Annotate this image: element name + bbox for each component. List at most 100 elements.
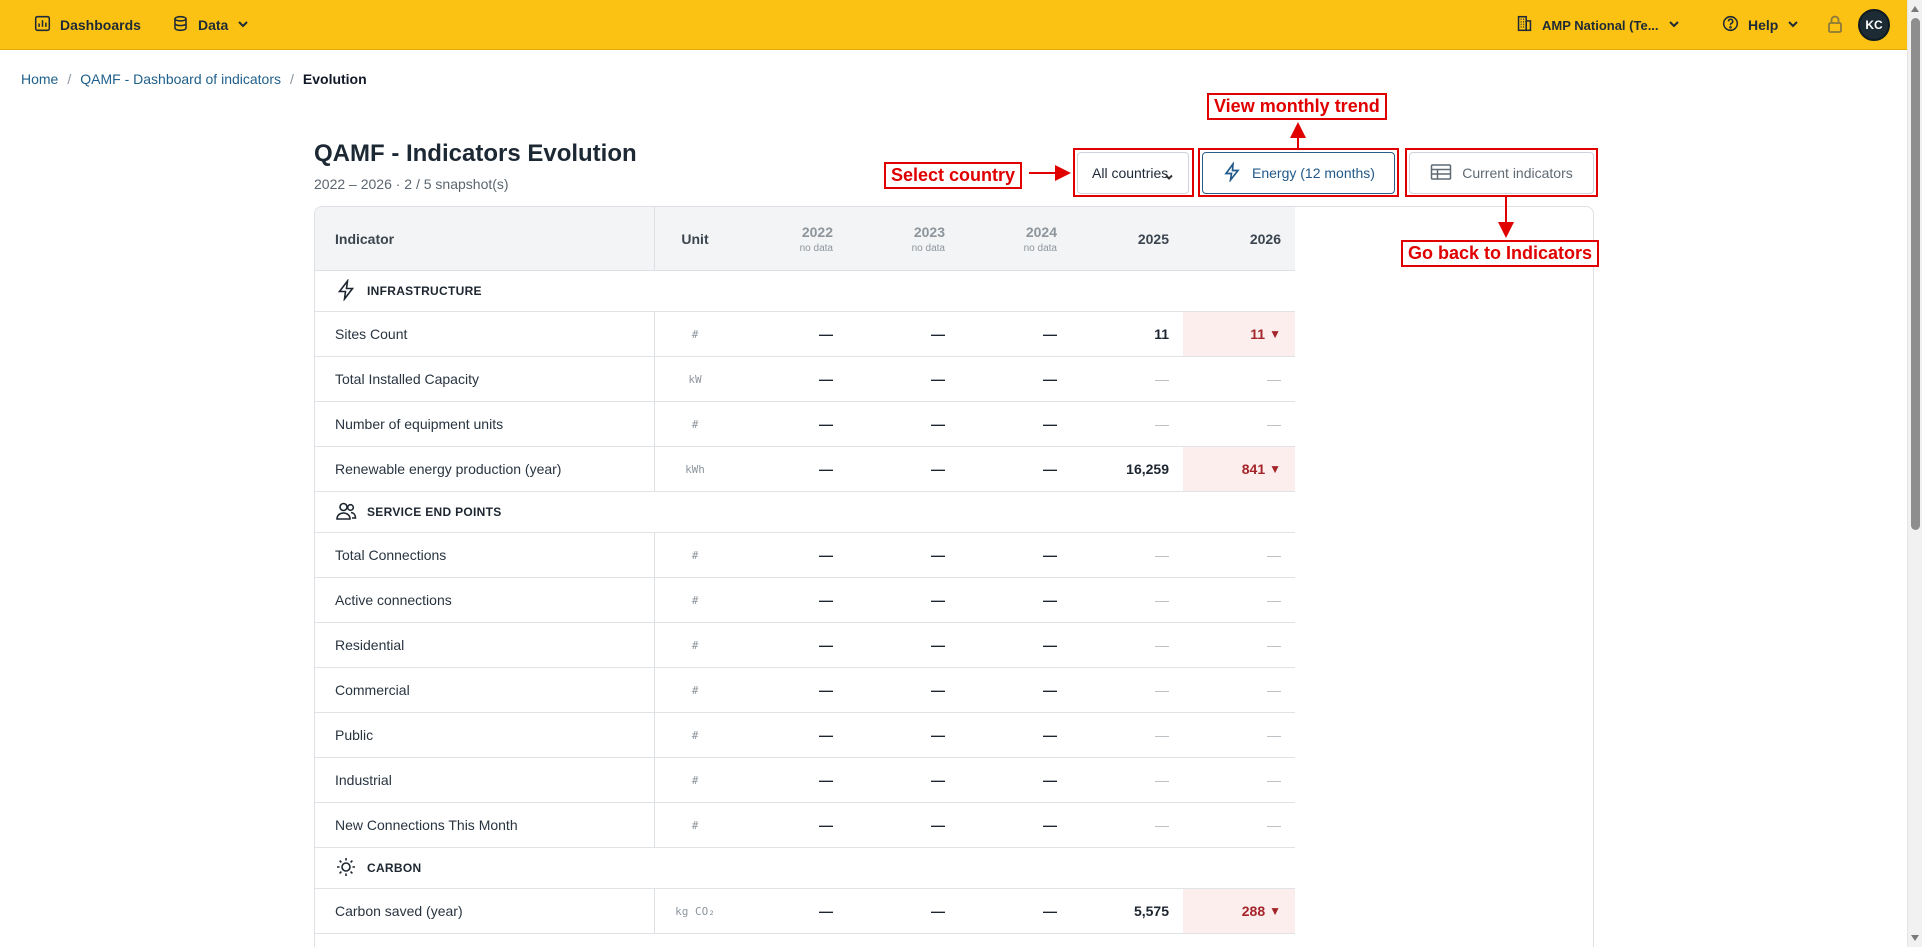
lightning-icon xyxy=(335,277,357,304)
value-cell: — xyxy=(1155,772,1169,788)
section-title: INFRASTRUCTURE xyxy=(367,284,482,298)
column-header-year: 2025 xyxy=(1137,231,1169,247)
value-cell: 5,575 xyxy=(1133,903,1169,919)
value-cell: 841 ▼ xyxy=(1183,447,1295,491)
value-cell: — xyxy=(1043,461,1057,477)
section-header: SERVICE END POINTS xyxy=(315,492,1295,533)
value-cell: — xyxy=(819,772,833,788)
table-header-row: Indicator Unit 2022 no data 2023 no data 2… xyxy=(315,207,1295,271)
chevron-down-icon xyxy=(1787,17,1799,33)
data-label: Data xyxy=(198,17,229,33)
value-cell: — xyxy=(1043,416,1057,432)
value-cell: — xyxy=(1043,727,1057,743)
workspace-selector[interactable]: AMP National (Te... xyxy=(1516,13,1680,37)
dashboards-menu-button[interactable]: Dashboards xyxy=(34,13,141,37)
scroll-down-arrow-icon[interactable] xyxy=(1911,935,1919,941)
value-cell: — xyxy=(1155,371,1169,387)
indicator-label: Carbon saved (year) xyxy=(315,889,655,933)
section-title: CARBON xyxy=(367,861,422,875)
indicator-label: Total Installed Capacity xyxy=(315,357,655,401)
indicator-label: New Connections This Month xyxy=(315,803,655,847)
indicators-table: Indicator Unit 2022 no data 2023 no data 2… xyxy=(314,206,1594,947)
column-header-year: 2024 no data xyxy=(1023,224,1057,254)
page-scrollbar[interactable] xyxy=(1907,0,1922,947)
top-navigation-bar: Dashboards Data AMP National (Te... Help… xyxy=(0,0,1907,50)
annotation-go-back: Go back to Indicators xyxy=(1401,240,1600,267)
value-cell: — xyxy=(1267,637,1281,653)
annotation-highlight-energy xyxy=(1198,148,1399,197)
database-icon xyxy=(172,15,189,35)
value-cell: — xyxy=(1043,637,1057,653)
value-cell: — xyxy=(1267,547,1281,563)
value-cell: — xyxy=(1267,682,1281,698)
value-cell: — xyxy=(1155,592,1169,608)
value-cell: — xyxy=(1043,326,1057,342)
unit-label: # xyxy=(691,548,699,562)
value-cell: — xyxy=(931,592,945,608)
decrease-arrow-icon: ▼ xyxy=(1269,904,1281,918)
value-cell: — xyxy=(1267,416,1281,432)
breadcrumb-dashboard-link[interactable]: QAMF - Dashboard of indicators xyxy=(80,71,281,87)
indicator-label: Total Connections xyxy=(315,533,655,577)
dashboards-label: Dashboards xyxy=(60,17,141,33)
value-cell: — xyxy=(1267,592,1281,608)
decline-value: 288 xyxy=(1241,903,1266,919)
indicator-label: Public xyxy=(315,713,655,757)
workspace-label: AMP National (Te... xyxy=(1542,17,1659,33)
data-menu-button[interactable]: Data xyxy=(172,13,249,37)
unit-label: kg CO₂ xyxy=(675,904,715,918)
section-title: SERVICE END POINTS xyxy=(367,505,502,519)
unit-label: # xyxy=(691,818,699,832)
value-cell: 16,259 xyxy=(1126,461,1169,477)
table-row: Total Installed Capacity kW — — — — — xyxy=(315,357,1295,402)
indicator-label: Commercial xyxy=(315,668,655,712)
value-cell: — xyxy=(1267,727,1281,743)
table-row: Number of equipment units # — — — — — xyxy=(315,402,1295,447)
value-cell: — xyxy=(1043,903,1057,919)
unit-label: # xyxy=(691,683,699,697)
table-row: Active connections # — — — — — xyxy=(315,578,1295,623)
value-cell: — xyxy=(1043,547,1057,563)
help-circle-icon xyxy=(1722,15,1739,35)
value-cell: — xyxy=(931,682,945,698)
annotation-highlight-country xyxy=(1073,148,1194,197)
building-icon xyxy=(1516,15,1533,35)
value-cell: — xyxy=(931,461,945,477)
value-cell: — xyxy=(1155,416,1169,432)
lock-icon[interactable] xyxy=(1826,14,1844,39)
table-row: Residential # — — — — — xyxy=(315,623,1295,668)
scrollbar-thumb[interactable] xyxy=(1911,18,1920,530)
column-header-year: 2026 xyxy=(1249,231,1281,247)
table-row: Public # — — — — — xyxy=(315,713,1295,758)
decrease-arrow-icon: ▼ xyxy=(1269,462,1281,476)
breadcrumb: Home / QAMF - Dashboard of indicators / … xyxy=(21,71,367,87)
value-cell: — xyxy=(1155,547,1169,563)
indicator-label: Residential xyxy=(315,623,655,667)
breadcrumb-home-link[interactable]: Home xyxy=(21,71,58,87)
decrease-arrow-icon: ▼ xyxy=(1269,327,1281,341)
column-header-indicator: Indicator xyxy=(315,207,655,271)
value-cell: — xyxy=(1267,817,1281,833)
value-cell: — xyxy=(819,682,833,698)
value-cell: — xyxy=(931,727,945,743)
help-label: Help xyxy=(1748,17,1779,33)
column-header-year: 2022 no data xyxy=(799,224,833,254)
table-row: Carbon saved (year) kg CO₂ — — — 5,575 288 ▼ xyxy=(315,889,1295,934)
breadcrumb-separator: / xyxy=(290,71,294,87)
value-cell: — xyxy=(931,371,945,387)
value-cell: — xyxy=(1267,772,1281,788)
section-header: INFRASTRUCTURE xyxy=(315,271,1295,312)
value-cell: — xyxy=(931,903,945,919)
value-cell: — xyxy=(819,903,833,919)
unit-label: # xyxy=(691,327,699,341)
value-cell: 11 ▼ xyxy=(1183,312,1295,356)
value-cell: — xyxy=(1043,592,1057,608)
breadcrumb-separator: / xyxy=(67,71,72,87)
table-row: Commercial # — — — — — xyxy=(315,668,1295,713)
help-menu-button[interactable]: Help xyxy=(1722,13,1799,37)
user-avatar[interactable]: KC xyxy=(1858,9,1890,41)
value-cell: — xyxy=(931,547,945,563)
table-row: Sites Count # — — —11 11 ▼ xyxy=(315,312,1295,357)
scroll-up-arrow-icon[interactable] xyxy=(1911,6,1919,12)
value-cell: — xyxy=(819,326,833,342)
